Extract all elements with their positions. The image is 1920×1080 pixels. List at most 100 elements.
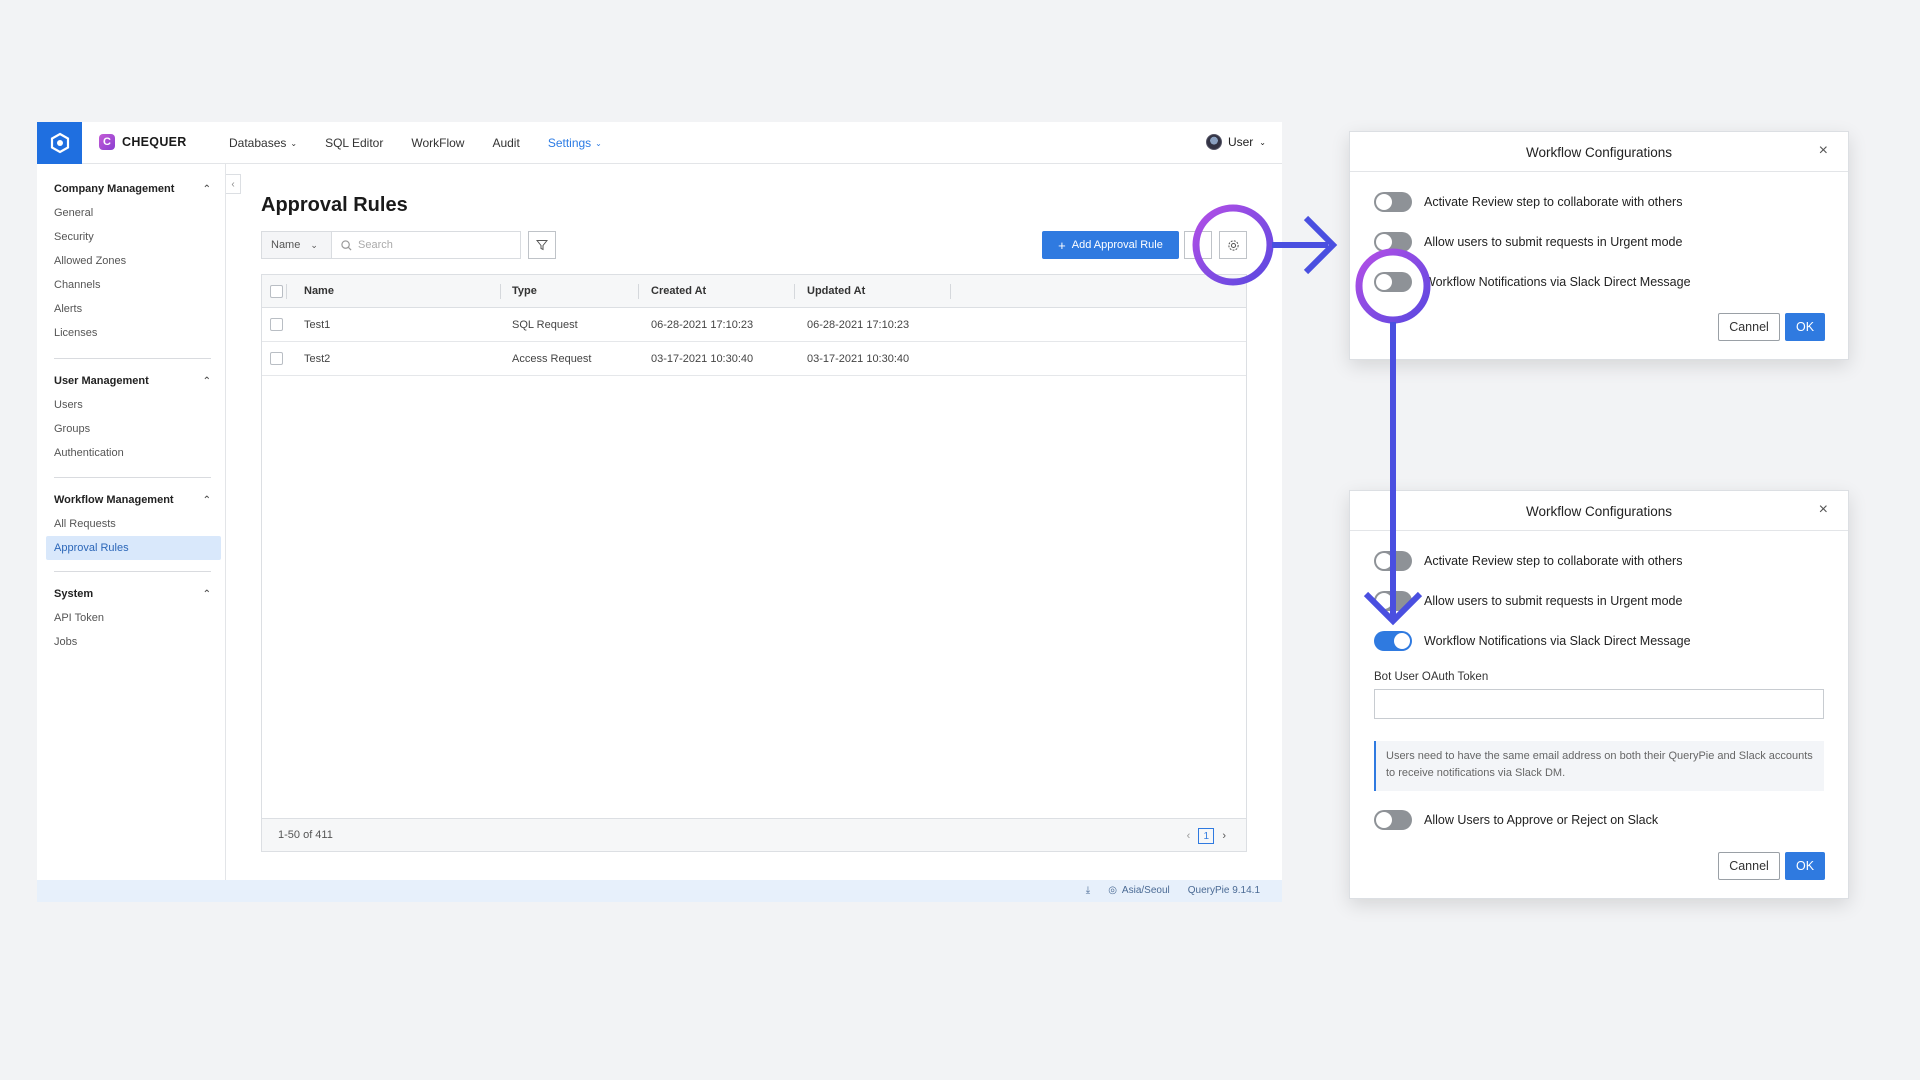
sidebar-item-authentication[interactable]: Authentication (54, 441, 217, 465)
current-page[interactable]: 1 (1198, 828, 1215, 844)
table-row[interactable]: Test1 SQL Request 06-28-2021 17:10:23 06… (262, 308, 1246, 342)
brand: C CHEQUER (99, 134, 187, 150)
timezone-label: Asia/Seoul (1121, 885, 1170, 896)
sidebar-item-all-requests[interactable]: All Requests (54, 512, 217, 536)
sidebar-group-header[interactable]: System ⌃ (54, 586, 217, 602)
close-icon[interactable]: × (1819, 142, 1828, 160)
dialog-header: Workflow Configurations × (1350, 132, 1848, 172)
sidebar-item-channels[interactable]: Channels (54, 273, 217, 297)
option-label: Allow users to submit requests in Urgent… (1424, 594, 1683, 608)
approve-on-slack-toggle[interactable] (1374, 810, 1412, 830)
option-label: Workflow Notifications via Slack Direct … (1424, 634, 1691, 648)
slack-dm-hint: Users need to have the same email addres… (1374, 741, 1824, 791)
user-menu[interactable]: User ⌄ (1205, 134, 1266, 150)
cancel-button[interactable]: Cannel (1718, 852, 1780, 880)
main-nav: Databases ⌄ SQL Editor WorkFlow Audit Set… (229, 122, 630, 164)
column-header-type[interactable]: Type (512, 275, 537, 307)
sidebar-group-user: User Management ⌃ Users Groups Authentica… (54, 373, 217, 465)
search-placeholder: Search (358, 239, 393, 251)
option-label: Allow users to submit requests in Urgent… (1424, 235, 1683, 249)
sidebar-group-workflow: Workflow Management ⌃ All Requests Approv… (46, 492, 221, 560)
search-input[interactable]: Search (331, 231, 521, 259)
sidebar-item-jobs[interactable]: Jobs (54, 630, 217, 654)
sidebar-item-users[interactable]: Users (54, 393, 217, 417)
column-header-name[interactable]: Name (304, 275, 334, 307)
select-all-checkbox[interactable] (270, 275, 283, 307)
row-checkbox[interactable] (270, 308, 283, 341)
sidebar-group-header[interactable]: Company Management ⌃ (54, 181, 217, 197)
chevron-up-icon: ⌃ (202, 588, 211, 600)
workflow-settings-button[interactable] (1219, 231, 1247, 259)
nav-settings[interactable]: Settings ⌄ (548, 136, 602, 150)
ok-button[interactable]: OK (1785, 852, 1825, 880)
brand-name: CHEQUER (122, 135, 187, 149)
nav-workflow[interactable]: WorkFlow (411, 136, 464, 150)
slack-dm-toggle[interactable] (1374, 631, 1412, 651)
querypie-logo-icon[interactable] (37, 122, 82, 164)
avatar (1205, 134, 1222, 150)
collapse-sidebar-button[interactable]: ‹ (226, 174, 241, 194)
nav-databases[interactable]: Databases ⌄ (229, 136, 297, 150)
sidebar-item-approval-rules[interactable]: Approval Rules (46, 536, 221, 560)
sidebar: Company Management ⌃ General Security All… (37, 164, 226, 880)
cell-name: Test1 (304, 318, 331, 331)
urgent-mode-toggle[interactable] (1374, 232, 1412, 252)
option-review-step: Activate Review step to collaborate with… (1374, 551, 1682, 571)
chevron-down-icon: ⌄ (595, 138, 602, 148)
row-checkbox[interactable] (270, 342, 283, 375)
filter-button[interactable] (528, 231, 556, 259)
divider (638, 284, 639, 299)
next-page-icon[interactable]: › (1222, 830, 1226, 842)
sidebar-item-alerts[interactable]: Alerts (54, 297, 217, 321)
page-title: Approval Rules (261, 194, 408, 216)
column-header-created-at[interactable]: Created At (651, 275, 706, 307)
chevron-down-icon: ⌄ (290, 138, 298, 148)
close-icon[interactable]: × (1819, 501, 1828, 519)
status-bar: ⤓ ◎ Asia/Seoul QueryPie 9.14.1 (37, 880, 1282, 902)
review-step-toggle[interactable] (1374, 551, 1412, 571)
app-window: C CHEQUER Databases ⌄ SQL Editor WorkFlow… (37, 122, 1282, 902)
prev-page-icon[interactable]: ‹ (1187, 830, 1191, 842)
dialog-title: Workflow Configurations (1525, 145, 1673, 160)
sidebar-item-groups[interactable]: Groups (54, 417, 217, 441)
cell-updated-at: 03-17-2021 10:30:40 (807, 352, 910, 365)
bot-token-input[interactable] (1374, 689, 1824, 719)
bot-token-label: Bot User OAuth Token (1374, 671, 1489, 683)
column-header-updated-at[interactable]: Updated At (807, 275, 865, 307)
more-actions-button[interactable] (1184, 231, 1212, 259)
cell-name: Test2 (304, 352, 331, 365)
add-approval-rule-button[interactable]: + Add Approval Rule (1042, 231, 1179, 259)
download-icon[interactable]: ⤓ (1086, 885, 1090, 896)
sidebar-group-header[interactable]: User Management ⌃ (54, 373, 217, 389)
sidebar-item-general[interactable]: General (54, 201, 217, 225)
nav-sql-editor[interactable]: SQL Editor (325, 136, 383, 150)
approval-rules-table: Name Type Created At Updated At Test1 SQ… (261, 274, 1247, 852)
option-label: Activate Review step to collaborate with… (1424, 554, 1683, 568)
arrow-right-head (1303, 215, 1338, 275)
review-step-toggle[interactable] (1374, 192, 1412, 212)
divider (500, 284, 501, 299)
timezone-selector[interactable]: ◎ Asia/Seoul (1108, 885, 1170, 896)
filter-field-select[interactable]: Name ⌄ (261, 231, 331, 259)
table-header: Name Type Created At Updated At (262, 275, 1246, 308)
user-label: User (1227, 135, 1254, 149)
sidebar-item-api-token[interactable]: API Token (54, 606, 217, 630)
chevron-left-icon: ‹ (231, 178, 235, 190)
slack-dm-toggle[interactable] (1374, 272, 1412, 292)
cell-created-at: 06-28-2021 17:10:23 (651, 318, 754, 331)
cancel-button[interactable]: Cannel (1718, 313, 1780, 341)
table-row[interactable]: Test2 Access Request 03-17-2021 10:30:40… (262, 342, 1246, 376)
option-urgent-mode: Allow users to submit requests in Urgent… (1374, 591, 1682, 611)
ok-button[interactable]: OK (1785, 313, 1825, 341)
plus-icon: + (1058, 237, 1066, 253)
add-approval-rule-label: Add Approval Rule (1071, 239, 1163, 251)
sidebar-item-allowed-zones[interactable]: Allowed Zones (54, 249, 217, 273)
sidebar-item-security[interactable]: Security (54, 225, 217, 249)
sidebar-group-header[interactable]: Workflow Management ⌃ (54, 492, 217, 508)
urgent-mode-toggle[interactable] (1374, 591, 1412, 611)
divider (54, 358, 211, 359)
sidebar-item-licenses[interactable]: Licenses (54, 321, 217, 345)
nav-audit[interactable]: Audit (492, 136, 519, 150)
top-navigation-bar: C CHEQUER Databases ⌄ SQL Editor WorkFlow… (37, 122, 1282, 164)
sidebar-group-company: Company Management ⌃ General Security All… (54, 181, 217, 345)
